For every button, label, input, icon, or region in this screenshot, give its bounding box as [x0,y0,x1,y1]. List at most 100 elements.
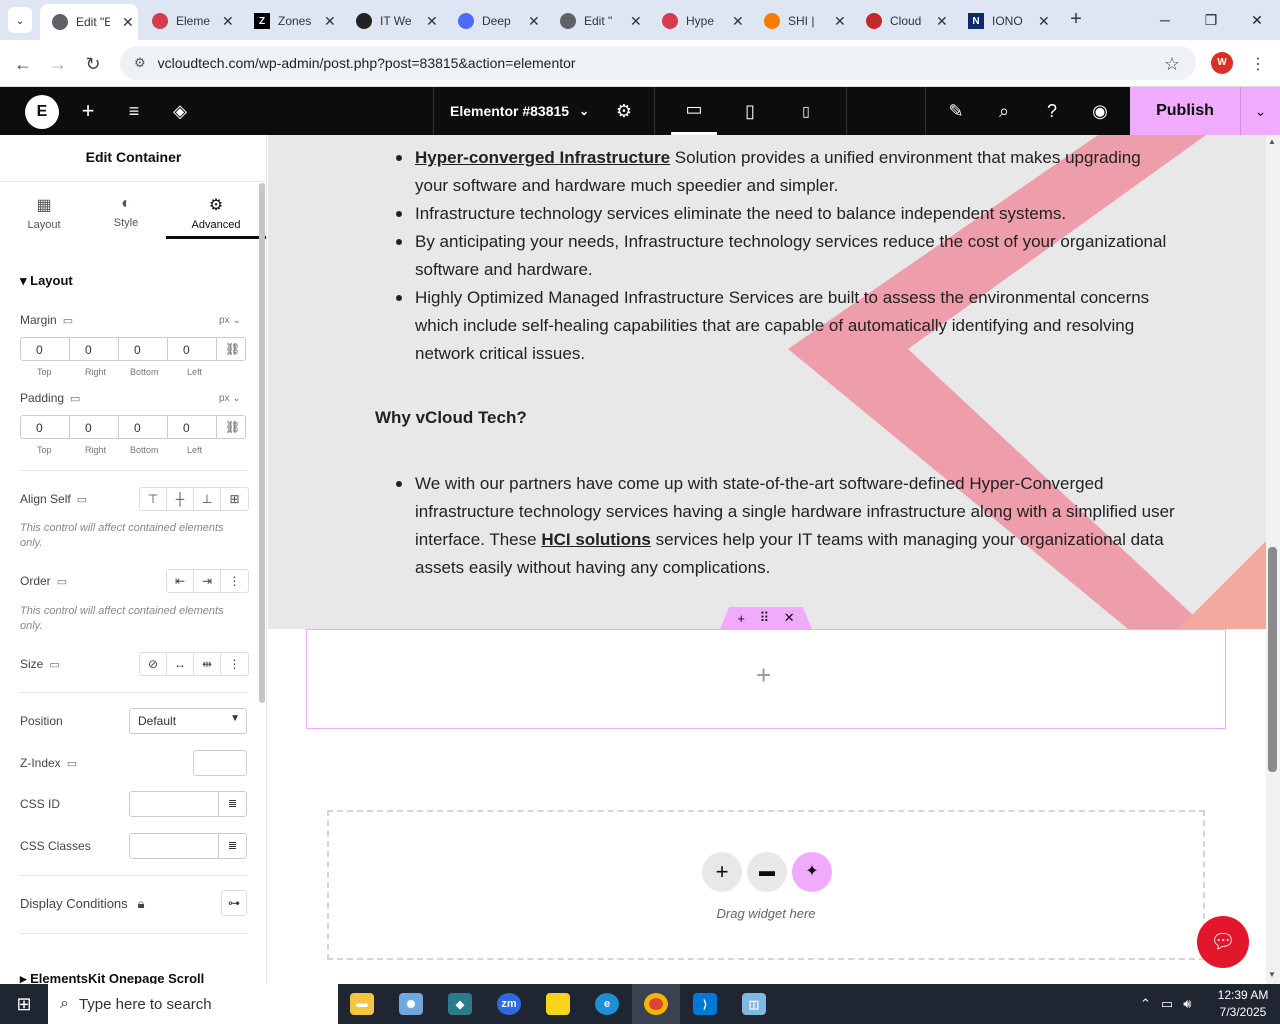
size-shrink-icon[interactable]: ⇹ [194,653,221,675]
css-id-input[interactable]: ≣ [129,791,247,817]
close-icon[interactable]: ✕ [1038,13,1050,30]
margin-unit[interactable]: px ⌄ [219,315,241,326]
tab-7[interactable]: Hype ✕ [650,6,752,36]
app-icon[interactable]: ✺ [387,984,435,1024]
minimize-button[interactable]: ─ [1142,0,1188,40]
align-center-icon[interactable]: ┼ [167,488,194,510]
back-button[interactable]: ← [8,49,38,79]
align-start-icon[interactable]: ⊤ [140,488,167,510]
hci-link[interactable]: Hyper-converged Infrastructure [415,148,670,167]
margin-top-input[interactable]: 0 [21,338,70,360]
padding-unit[interactable]: px ⌄ [219,393,241,404]
close-icon[interactable]: ✕ [122,14,134,31]
close-icon[interactable]: ✕ [528,13,540,30]
url-bar[interactable]: ⚙ vcloudtech.com/wp-admin/post.php?post=… [120,46,1196,80]
tab-edit-active[interactable]: Edit "E ✕ [40,4,138,40]
app-icon[interactable]: ◫ [730,984,778,1024]
selected-container[interactable]: + [306,629,1226,729]
tab-layout[interactable]: ▦ Layout [2,183,86,239]
publish-button[interactable]: Publish [1130,87,1240,135]
margin-bottom-input[interactable]: 0 [119,338,168,360]
tab-search-icon[interactable]: ⌄ [8,7,32,33]
notes-icon[interactable]: ✎ [933,87,979,135]
desktop-device-icon[interactable]: ▭ [671,87,717,135]
chrome-icon[interactable] [632,984,680,1024]
help-icon[interactable]: ? [1029,87,1075,135]
margin-left-input[interactable]: 0 [168,338,217,360]
preview-eye-icon[interactable]: ◉ [1077,87,1123,135]
margin-right-input[interactable]: 0 [70,338,119,360]
app-icon[interactable]: ◆ [436,984,484,1024]
hci-solutions-link[interactable]: HCI solutions [541,530,651,549]
padding-bottom-input[interactable]: 0 [119,416,168,438]
template-library-folder-icon[interactable]: ▬ [747,852,787,892]
align-stretch-icon[interactable]: ⊞ [221,488,248,510]
tab-8[interactable]: SHI | ✕ [752,6,854,36]
align-end-icon[interactable]: ⊥ [194,488,221,510]
chat-widget-icon[interactable]: 💬︎ [1197,916,1249,968]
tab-style[interactable]: ◐ Style [84,183,168,239]
link-icon[interactable]: ⛓ [217,416,245,438]
conditions-hierarchy-icon[interactable]: ⊶ [221,890,247,916]
ai-sparkle-icon[interactable]: ✦ [792,852,832,892]
drop-zone[interactable]: + ▬ ✦ Drag widget here [327,810,1205,960]
site-settings-icon[interactable]: ≡ [111,87,157,135]
close-icon[interactable]: ✕ [324,13,336,30]
add-element-icon[interactable]: + [65,87,111,135]
taskbar-search-box[interactable]: ⌕ Type here to search [48,984,338,1024]
page-settings-icon[interactable]: ⚙ [601,87,647,135]
close-window-button[interactable]: ✕ [1234,0,1280,40]
order-start-icon[interactable]: ⇤ [167,570,194,592]
tablet-device-icon[interactable]: ▯ [727,87,773,135]
structure-layers-icon[interactable]: ◈ [157,87,203,135]
scroll-down-icon[interactable]: ▼ [1268,970,1276,979]
browser-menu-icon[interactable]: ⋮ [1243,49,1273,79]
tab-2[interactable]: Eleme ✕ [140,6,242,36]
close-icon[interactable]: ✕ [834,13,846,30]
new-tab-button[interactable]: + [1064,8,1088,32]
tab-4[interactable]: IT We ✕ [344,6,446,36]
network-icon[interactable]: ▭ [1161,996,1173,1012]
elementor-logo-icon[interactable]: E [25,95,59,129]
publish-options-chevron-icon[interactable]: ⌄ [1240,87,1280,135]
close-icon[interactable]: ✕ [630,13,642,30]
dynamic-tags-icon[interactable]: ≣ [218,792,246,816]
add-container-icon[interactable]: + [737,611,745,626]
volume-icon[interactable]: 🔊︎ [1183,996,1191,1012]
scroll-up-icon[interactable]: ▲ [1268,137,1276,146]
drag-handle-icon[interactable]: ⠿ [760,610,770,626]
tab-9[interactable]: Cloud ✕ [854,6,956,36]
vscode-icon[interactable]: ⟩ [681,984,729,1024]
reload-button[interactable]: ↻ [78,49,108,79]
add-inside-plus-icon[interactable]: + [756,660,771,691]
tab-3[interactable]: Z Zones ✕ [242,6,344,36]
size-none-icon[interactable]: ⊘ [140,653,167,675]
section-layout-header[interactable]: ▾ Layout [20,273,73,289]
clock[interactable]: 12:39 AM 7/3/2025 [1212,987,1274,1021]
size-more-icon[interactable]: ⋮ [221,653,248,675]
sticky-notes-icon[interactable] [534,984,582,1024]
chevron-up-icon[interactable]: ⌃ [1140,996,1151,1012]
add-section-plus-icon[interactable]: + [702,852,742,892]
delete-container-icon[interactable]: ✕ [784,610,795,626]
bookmark-star-icon[interactable]: ☆ [1157,49,1187,79]
close-icon[interactable]: ✕ [732,13,744,30]
css-classes-input[interactable]: ≣ [129,833,247,859]
size-grow-icon[interactable]: ↔ [167,653,194,675]
section-elementskit-header[interactable]: ▸ ElementsKit Onepage Scroll [20,971,204,984]
restore-button[interactable]: ❐ [1188,0,1234,40]
search-icon[interactable]: ⌕ [981,87,1027,135]
tab-advanced[interactable]: ⚙ Advanced [166,183,266,239]
position-select[interactable]: Default ▼ [129,708,247,734]
close-icon[interactable]: ✕ [222,13,234,30]
edge-icon[interactable]: e [583,984,631,1024]
zindex-input[interactable] [193,750,247,776]
windows-start-icon[interactable]: ⊞ [0,984,48,1024]
padding-right-input[interactable]: 0 [70,416,119,438]
zoom-icon[interactable]: zm [485,984,533,1024]
profile-avatar[interactable]: W [1211,52,1233,74]
page-scrollbar[interactable]: ▲ ▼ [1266,135,1280,984]
mobile-device-icon[interactable]: ▯ [783,87,829,135]
site-info-icon[interactable]: ⚙ [134,55,146,71]
padding-top-input[interactable]: 0 [21,416,70,438]
